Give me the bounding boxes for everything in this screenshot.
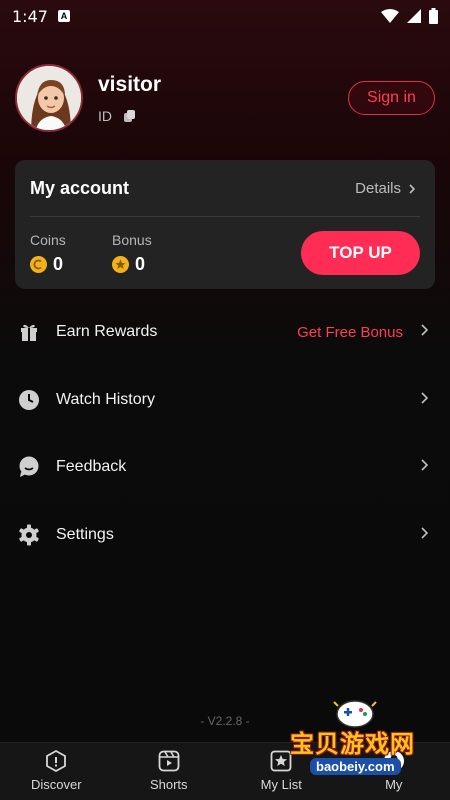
copy-icon[interactable]	[124, 110, 136, 122]
clock-icon	[18, 389, 40, 411]
coins-label: Coins	[30, 232, 66, 248]
gift-icon	[18, 321, 40, 343]
chevron-right-icon	[421, 323, 429, 341]
avatar[interactable]	[15, 64, 83, 132]
bonus-value: 0	[135, 254, 146, 274]
profile-header: visitor ID Sign in	[15, 64, 435, 132]
wifi-icon	[381, 9, 399, 23]
tab-shorts[interactable]: Shorts	[113, 743, 226, 800]
avatar-illustration-icon	[17, 66, 81, 130]
top-up-button[interactable]: TOP UP	[301, 231, 420, 275]
my-page: 1:47 A visitor ID Sign in My account Det…	[0, 0, 450, 800]
shorts-icon	[158, 750, 180, 772]
settings-label: Settings	[56, 526, 114, 543]
card-divider	[30, 216, 420, 217]
menu-item-feedback[interactable]: Feedback	[18, 452, 429, 482]
tab-discover[interactable]: Discover	[0, 743, 113, 800]
free-bonus-promo[interactable]: Get Free Bonus	[297, 324, 403, 341]
coin-icon	[30, 256, 47, 273]
menu-item-settings[interactable]: Settings	[18, 520, 429, 550]
account-card: My account Details Coins 0 Bonus 0 TOP U…	[15, 160, 435, 289]
menu-item-watch-history[interactable]: Watch History	[18, 385, 429, 415]
user-id-row: ID	[98, 108, 136, 124]
battery-icon	[429, 8, 438, 24]
sign-in-button[interactable]: Sign in	[348, 81, 435, 115]
gear-icon	[18, 524, 40, 546]
site-watermark: 宝贝游戏网 baobeiy.com	[290, 694, 420, 786]
user-id-label: ID	[98, 108, 112, 124]
chevron-right-icon	[409, 183, 415, 194]
chevron-right-icon	[421, 391, 429, 409]
account-details-link[interactable]: Details	[355, 180, 415, 197]
feedback-label: Feedback	[56, 458, 127, 475]
chevron-right-icon	[421, 526, 429, 544]
details-label: Details	[355, 180, 401, 197]
chat-bubble-icon	[18, 456, 40, 478]
tab-label: Discover	[30, 777, 82, 792]
coins-balance: Coins 0	[30, 232, 66, 275]
watermark-url: baobeiy.com	[310, 758, 401, 775]
notification-badge-icon: A	[57, 10, 70, 22]
status-time: 1:47	[12, 6, 48, 26]
bonus-balance: Bonus 0	[112, 232, 152, 275]
bonus-star-icon	[112, 256, 129, 273]
menu-item-earn-rewards[interactable]: Earn Rewards Get Free Bonus	[18, 317, 429, 347]
tab-label: Shorts	[149, 777, 188, 792]
earn-rewards-label: Earn Rewards	[56, 323, 158, 340]
signal-icon	[407, 9, 421, 23]
coins-value: 0	[53, 254, 64, 274]
watch-history-label: Watch History	[56, 391, 155, 408]
account-title: My account	[30, 178, 130, 198]
discover-icon	[46, 749, 67, 773]
status-bar: 1:47 A	[0, 0, 450, 32]
chevron-right-icon	[421, 458, 429, 476]
watermark-title: 宝贝游戏网	[290, 731, 415, 758]
username: visitor	[98, 73, 162, 96]
bonus-label: Bonus	[112, 232, 152, 248]
